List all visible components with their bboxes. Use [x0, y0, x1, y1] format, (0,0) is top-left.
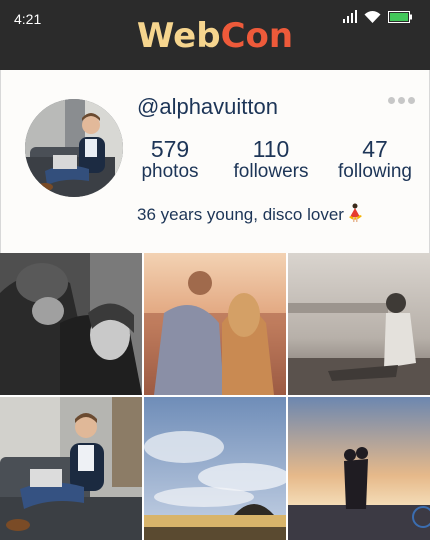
photo-grid [0, 253, 430, 540]
bio-text: 36 years young, disco lover [137, 205, 344, 224]
dancer-emoji-icon [346, 203, 364, 228]
stat-following-count: 47 [362, 136, 388, 162]
photo-tile[interactable] [144, 253, 286, 395]
photo-tile[interactable] [0, 397, 142, 540]
stat-photos-count: 579 [150, 136, 190, 162]
stat-photos-label: photos [141, 161, 199, 182]
photo-tile[interactable] [144, 397, 286, 540]
more-options-icon[interactable] [388, 97, 416, 105]
stat-photos[interactable]: 579 photos [129, 137, 211, 183]
photo-tile[interactable] [288, 397, 430, 540]
instagram-profile-screen: 4:21 WebCon @alphavuitton 579 photos 110… [0, 0, 430, 540]
logo-web-text: Web [137, 16, 221, 54]
photo-tile[interactable] [288, 253, 430, 395]
app-bar: 4:21 WebCon [0, 0, 430, 70]
bio: 36 years young, disco lover [137, 203, 364, 228]
profile-card: @alphavuitton 579 photos 110 followers 4… [0, 70, 430, 253]
svg-text:WebCon: WebCon [137, 16, 293, 54]
stat-followers-label: followers [233, 161, 309, 182]
photo-tile[interactable] [0, 253, 142, 395]
stat-following-label: following [338, 161, 412, 182]
stat-followers[interactable]: 110 followers [225, 137, 317, 183]
logo-con-text: Con [221, 16, 294, 54]
app-logo[interactable]: WebCon [0, 14, 430, 62]
avatar[interactable] [25, 99, 123, 197]
stat-following[interactable]: 47 following [329, 137, 421, 183]
username[interactable]: @alphavuitton [137, 94, 278, 120]
stat-followers-count: 110 [252, 136, 290, 162]
